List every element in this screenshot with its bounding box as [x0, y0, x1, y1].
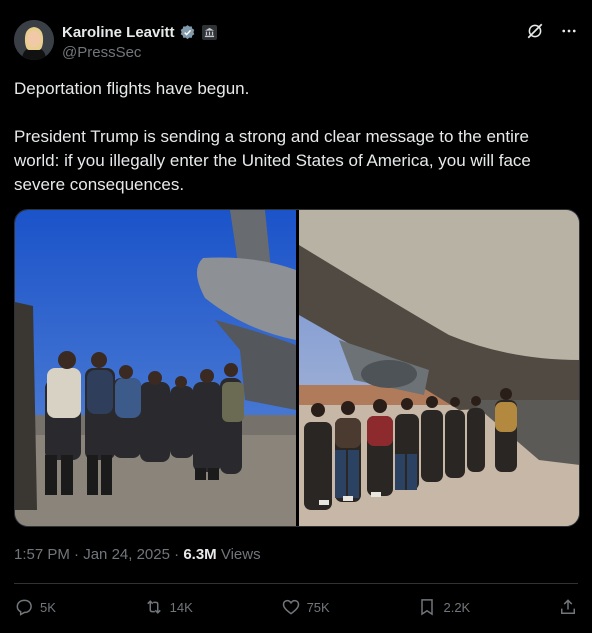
tweet-text-line-1: Deportation flights have begun.	[14, 79, 250, 98]
display-name[interactable]: Karoline Leavitt	[62, 24, 175, 41]
grok-icon[interactable]	[526, 22, 544, 40]
header-actions	[526, 22, 578, 40]
views-label: Views	[220, 546, 261, 563]
heart-icon	[282, 599, 299, 615]
government-badge-icon[interactable]	[201, 24, 217, 40]
tweet: Karoline Leavitt @PressSec Deportation f…	[0, 0, 592, 633]
handle[interactable]: @PressSec	[62, 44, 217, 61]
media-grid	[14, 209, 580, 527]
like-count: 75K	[306, 599, 330, 615]
tweet-text: Deportation flights have begun. Presiden…	[14, 77, 578, 197]
author-names: Karoline Leavitt @PressSec	[62, 22, 217, 61]
avatar[interactable]	[14, 20, 54, 60]
views-count: 6.3M	[183, 546, 217, 563]
photo-1[interactable]	[15, 210, 296, 526]
reply-icon	[16, 599, 32, 616]
like-button[interactable]: 75K	[281, 597, 330, 617]
tweet-time[interactable]: 1:57 PM	[14, 546, 70, 563]
tweet-date[interactable]: Jan 24, 2025	[83, 546, 170, 563]
bookmark-icon	[421, 599, 434, 616]
share-button[interactable]	[558, 597, 578, 617]
reply-count: 5K	[40, 599, 56, 615]
repost-icon	[146, 600, 161, 614]
repost-button[interactable]: 14K	[144, 597, 193, 617]
bookmark-button[interactable]: 2.2K	[417, 597, 470, 617]
tweet-meta: 1:57 PM · Jan 24, 2025 · 6.3M Views	[14, 546, 261, 563]
meta-separator: ·	[74, 546, 84, 563]
photo-2[interactable]	[298, 210, 579, 526]
more-icon[interactable]	[560, 22, 578, 40]
tweet-text-line-2: President Trump is sending a strong and …	[14, 127, 531, 194]
tweet-header: Karoline Leavitt @PressSec	[14, 20, 578, 62]
repost-count: 14K	[169, 599, 193, 615]
meta-separator: ·	[174, 546, 184, 563]
verified-badge-icon[interactable]	[179, 24, 196, 41]
share-icon	[561, 599, 575, 614]
reply-button[interactable]: 5K	[14, 597, 56, 617]
divider	[14, 583, 578, 584]
action-bar: 5K 14K 75K 2.2K	[14, 596, 578, 618]
bookmark-count: 2.2K	[443, 599, 471, 615]
